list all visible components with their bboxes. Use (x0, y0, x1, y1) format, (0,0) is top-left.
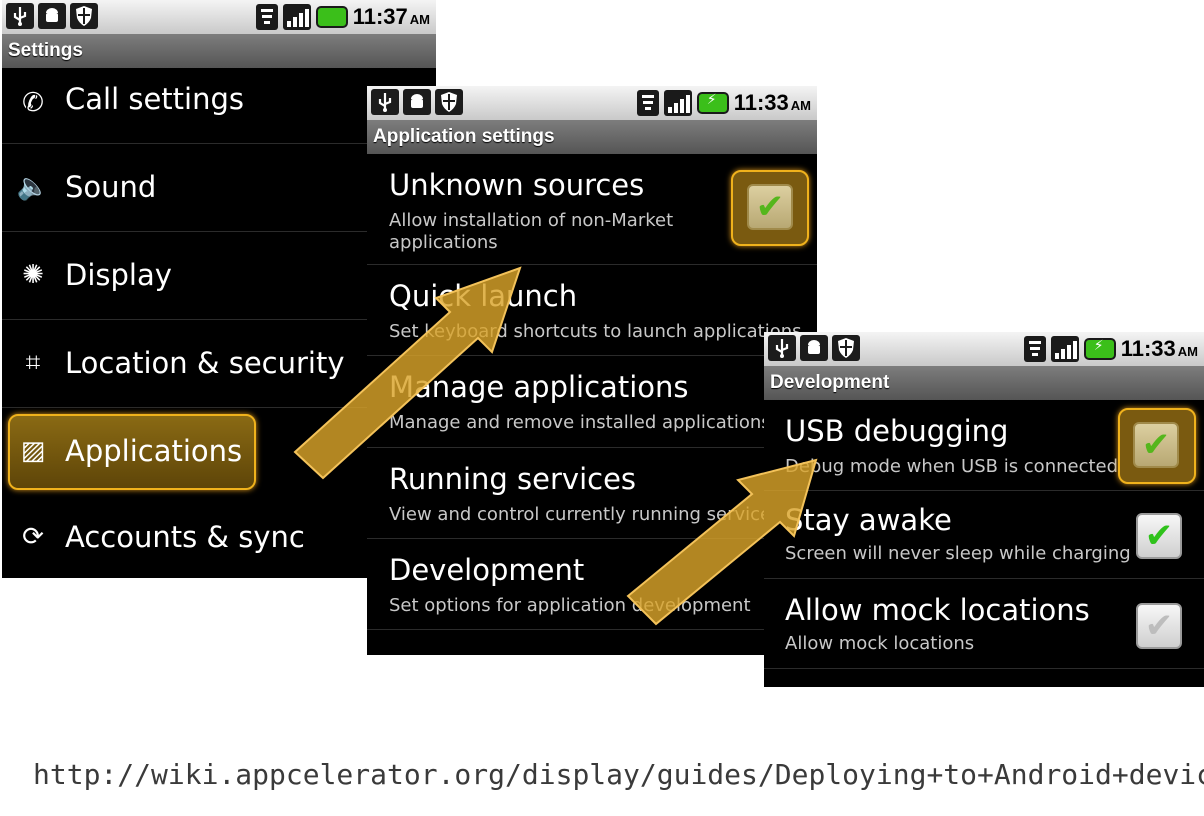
battery-charging-icon (1083, 338, 1116, 360)
setting-title: Allow mock locations (785, 593, 1090, 627)
setting-summary: Set options for application development (389, 595, 751, 616)
menu-item-label: Location & security (65, 346, 345, 380)
setting-running-services[interactable]: Running services View and control curren… (367, 448, 817, 539)
sync-icon: ⟳ (22, 522, 44, 552)
wifi-icon (636, 90, 659, 116)
usb-icon (768, 335, 796, 361)
setting-summary: Allow mock locations (785, 633, 975, 654)
phone-icon: ✆ (22, 88, 44, 118)
title-bar: Application settings (367, 120, 817, 154)
setting-title: Quick launch (389, 279, 578, 313)
setting-summary: Debug mode when USB is connected (785, 456, 1119, 477)
setting-summary: Screen will never sleep while charging (785, 543, 1131, 564)
android-debug-icon (403, 89, 431, 115)
status-bar: 11:33AM (367, 86, 817, 120)
setting-summary: Manage and remove installed applications (389, 412, 771, 433)
applications-icon: ▨ (20, 436, 46, 466)
setting-title: Manage applications (389, 370, 689, 404)
clock: 11:33 AM (1120, 336, 1198, 361)
menu-item-label: Sound (65, 170, 157, 204)
setting-summary: Allow installation of non-Market applica… (389, 210, 674, 253)
title-bar: Development (764, 366, 1204, 400)
setting-title: Unknown sources (389, 168, 645, 202)
setting-quick-launch[interactable]: Quick launch Set keyboard shortcuts to l… (367, 265, 817, 356)
unknown-sources-checkbox[interactable]: ✔ (747, 184, 793, 230)
setting-title: USB debugging (785, 414, 1009, 448)
android-debug-icon (800, 335, 828, 361)
setting-title: Stay awake (785, 503, 952, 537)
menu-item-label: Display (65, 258, 172, 292)
usb-icon (371, 89, 399, 115)
usb-debugging-checkbox[interactable]: ✔ (1133, 422, 1179, 468)
setting-allow-mock-locations[interactable]: Allow mock locations Allow mock location… (764, 579, 1204, 669)
development-screen: 11:33AM Development USB debugging Debug … (764, 332, 1204, 687)
status-bar: 11:37 AM (2, 0, 436, 34)
menu-item-label: Applications (65, 434, 243, 468)
setting-manage-applications[interactable]: Manage applications Manage and remove in… (367, 356, 817, 448)
setting-summary: View and control currently running servi… (389, 504, 781, 525)
signal-icon (1050, 336, 1079, 362)
setting-development[interactable]: Development Set options for application … (367, 539, 817, 630)
clock: 11:33 AM (733, 90, 811, 115)
setting-title: Development (389, 553, 585, 587)
battery-icon (315, 6, 348, 28)
brightness-icon: ✺ (22, 260, 44, 290)
setting-summary: Set keyboard shortcuts to launch applica… (389, 321, 802, 342)
location-grid-icon: ⌗ (25, 347, 41, 378)
signal-icon (663, 90, 692, 116)
allow-mock-locations-checkbox[interactable]: ✔ (1136, 603, 1182, 649)
shield-icon (832, 335, 860, 361)
signal-icon (282, 4, 311, 30)
setting-stay-awake[interactable]: Stay awake Screen will never sleep while… (764, 491, 1204, 579)
menu-item-label: Accounts & sync (65, 520, 305, 554)
setting-usb-debugging[interactable]: USB debugging Debug mode when USB is con… (764, 400, 1204, 491)
status-bar: 11:33AM (764, 332, 1204, 366)
shield-icon (70, 3, 98, 29)
shield-icon (435, 89, 463, 115)
application-settings-screen: 11:33AM Application settings Unknown sou… (367, 86, 817, 655)
wifi-icon (255, 4, 278, 30)
stay-awake-checkbox[interactable]: ✔ (1136, 513, 1182, 559)
setting-unknown-sources[interactable]: Unknown sources Allow installation of no… (367, 154, 817, 265)
clock: 11:37 AM (352, 4, 430, 29)
menu-item-label: Call settings (65, 82, 244, 116)
speaker-icon: 🔈 (16, 172, 50, 202)
wifi-icon (1023, 336, 1046, 362)
android-debug-icon (38, 3, 66, 29)
title-bar: Settings (2, 34, 436, 68)
setting-title: Running services (389, 462, 637, 496)
battery-charging-icon (696, 92, 729, 114)
usb-icon (6, 3, 34, 29)
source-url[interactable]: http://wiki.appcelerator.org/display/gui… (33, 758, 1204, 791)
